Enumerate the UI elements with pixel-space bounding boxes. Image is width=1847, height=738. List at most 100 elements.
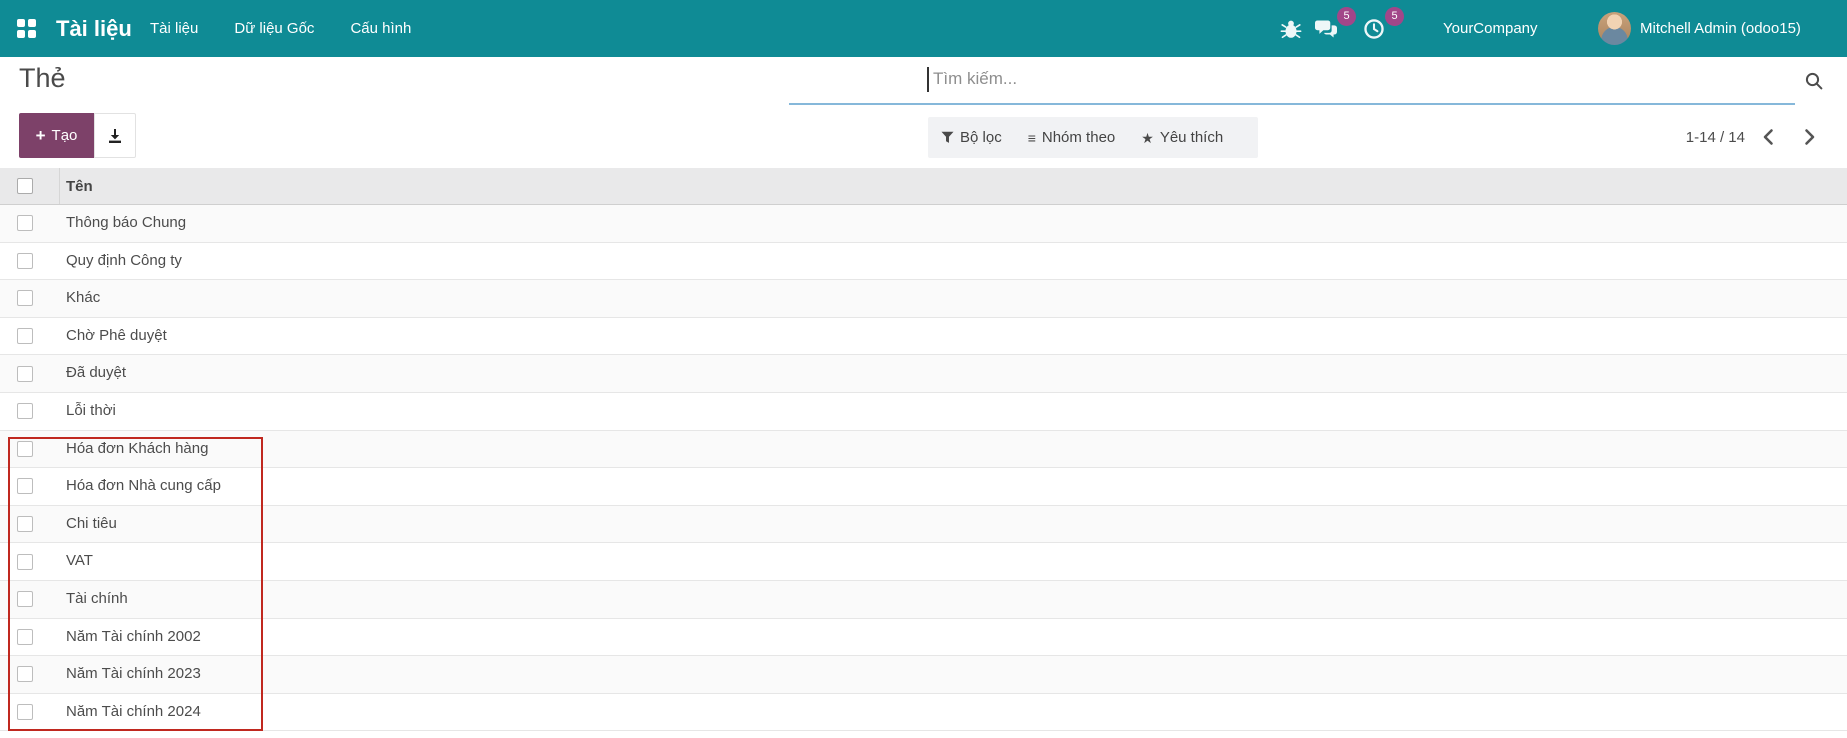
row-check-cell [0,656,60,693]
row-check-cell [0,468,60,505]
row-check-cell [0,694,60,731]
user-menu[interactable]: Mitchell Admin (odoo15) [1640,0,1801,57]
row-checkbox[interactable] [17,666,33,682]
create-button[interactable]: + Tạo [19,113,94,158]
row-check-cell [0,619,60,656]
row-check-cell [0,393,60,430]
company-switcher[interactable]: YourCompany [1443,0,1538,57]
search-underline [789,103,1795,105]
messages-badge[interactable]: 5 [1337,7,1356,26]
activities-clock-icon[interactable] [1363,18,1385,40]
download-icon [107,128,123,144]
apps-grid-square [28,19,36,27]
pager-next-chevron-icon[interactable] [1798,126,1820,148]
top-navbar: Tài liệu Tài liệu Dữ liệu Gốc Cấu hình 5… [0,0,1847,57]
row-checkbox[interactable] [17,629,33,645]
row-checkbox[interactable] [17,215,33,231]
row-check-cell [0,243,60,280]
tag-name[interactable]: Thông báo Chung [60,205,186,242]
table-row[interactable]: VAT [0,543,1847,581]
search-icon[interactable] [1803,70,1825,92]
create-button-label: Tạo [52,127,78,144]
tag-name[interactable]: Khác [60,280,100,317]
row-checkbox[interactable] [17,403,33,419]
row-checkbox[interactable] [17,591,33,607]
tag-name[interactable]: Chờ Phê duyệt [60,318,167,355]
row-checkbox[interactable] [17,328,33,344]
apps-grid-square [28,30,36,38]
table-row[interactable]: Hóa đơn Khách hàng [0,431,1847,469]
menu-item-configuration[interactable]: Cấu hình [350,20,411,37]
group-by-button[interactable]: ≡ Nhóm theo [1028,129,1116,146]
tag-name[interactable]: Năm Tài chính 2002 [60,619,201,656]
table-row[interactable]: Khác [0,280,1847,318]
page-title: Thẻ [19,58,66,98]
table-row[interactable]: Năm Tài chính 2023 [0,656,1847,694]
group-by-button-label: Nhóm theo [1042,129,1115,146]
row-checkbox[interactable] [17,478,33,494]
row-check-cell [0,543,60,580]
row-checkbox[interactable] [17,441,33,457]
row-check-cell [0,581,60,618]
table-row[interactable]: Lỗi thời [0,393,1847,431]
row-checkbox[interactable] [17,253,33,269]
row-checkbox[interactable] [17,290,33,306]
row-check-cell [0,205,60,242]
row-check-cell [0,506,60,543]
search-caret [927,67,929,92]
row-check-cell [0,318,60,355]
main-menu: Tài liệu Dữ liệu Gốc Cấu hình [150,0,411,57]
app-title[interactable]: Tài liệu [56,0,132,57]
table-body: Thông báo Chung Quy định Công ty Khác Ch… [0,205,1847,731]
row-checkbox[interactable] [17,704,33,720]
row-check-cell [0,431,60,468]
table-row[interactable]: Hóa đơn Nhà cung cấp [0,468,1847,506]
menu-item-master-data[interactable]: Dữ liệu Gốc [234,20,314,37]
export-download-button[interactable] [94,113,136,158]
apps-grid-square [17,30,25,38]
favorites-button[interactable]: ★ Yêu thích [1141,129,1223,146]
favorite-star-icon: ★ [1141,131,1154,145]
tag-name[interactable]: Quy định Công ty [60,243,182,280]
tag-name[interactable]: Chi tiêu [60,506,117,543]
group-by-icon: ≡ [1028,131,1036,145]
tag-name[interactable]: Lỗi thời [60,393,116,430]
table-row[interactable]: Thông báo Chung [0,205,1847,243]
search-input[interactable] [931,62,1631,96]
table-row[interactable]: Năm Tài chính 2002 [0,619,1847,657]
tag-name[interactable]: Đã duyệt [60,355,126,392]
table-row[interactable]: Tài chính [0,581,1847,619]
row-checkbox[interactable] [17,366,33,382]
table-row[interactable]: Chờ Phê duyệt [0,318,1847,356]
tag-name[interactable]: Tài chính [60,581,128,618]
plus-icon: + [36,127,46,144]
apps-grid-icon[interactable] [17,19,36,38]
row-check-cell [0,355,60,392]
table-row[interactable]: Chi tiêu [0,506,1847,544]
activities-badge[interactable]: 5 [1385,7,1404,26]
table-row[interactable]: Quy định Công ty [0,243,1847,281]
debug-bug-icon[interactable] [1280,18,1302,40]
user-avatar[interactable] [1598,12,1631,45]
select-all-checkbox[interactable] [17,178,33,194]
search-options-bar: Bộ lọc ≡ Nhóm theo ★ Yêu thích [928,117,1258,158]
row-checkbox[interactable] [17,516,33,532]
tag-name[interactable]: Năm Tài chính 2023 [60,656,201,693]
pager-range: 1-14 / 14 [1650,117,1745,158]
odoo-window: Tài liệu Tài liệu Dữ liệu Gốc Cấu hình 5… [0,0,1847,738]
table-row[interactable]: Đã duyệt [0,355,1847,393]
select-all-cell [0,168,60,204]
table-header-row: Tên [0,168,1847,205]
row-checkbox[interactable] [17,554,33,570]
filters-button[interactable]: Bộ lọc [941,129,1002,146]
table-row[interactable]: Năm Tài chính 2024 [0,694,1847,732]
tag-name[interactable]: VAT [60,543,93,580]
favorites-button-label: Yêu thích [1160,129,1223,146]
pager-previous-chevron-icon[interactable] [1758,126,1780,148]
tag-name[interactable]: Năm Tài chính 2024 [60,694,201,731]
messages-icon[interactable] [1315,18,1337,40]
menu-item-documents[interactable]: Tài liệu [150,20,198,37]
column-header-name: Tên [60,168,93,204]
tag-name[interactable]: Hóa đơn Khách hàng [60,431,208,468]
tag-name[interactable]: Hóa đơn Nhà cung cấp [60,468,221,505]
